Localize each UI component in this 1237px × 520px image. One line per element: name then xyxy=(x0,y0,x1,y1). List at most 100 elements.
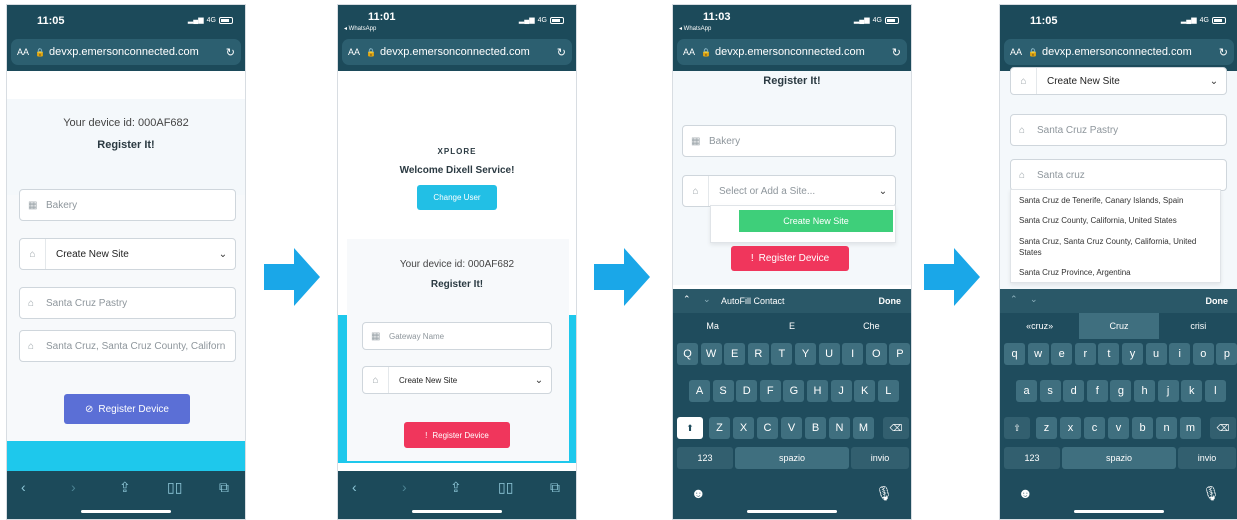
key-a[interactable]: a xyxy=(1016,380,1037,402)
bookmarks-icon[interactable]: ▯▯ xyxy=(498,479,513,496)
emoji-icon[interactable]: ☻ xyxy=(1018,485,1033,501)
forward-icon[interactable]: › xyxy=(71,479,76,495)
text-size-button[interactable]: AA xyxy=(348,47,366,57)
key-f[interactable]: F xyxy=(759,380,781,402)
site-select[interactable]: ⌂ Create New Site ⌄ xyxy=(19,238,236,270)
address-input[interactable]: ⌂ Santa cruz xyxy=(1010,159,1227,191)
tabs-icon[interactable]: ⧉ xyxy=(550,479,560,496)
space-key[interactable]: spazio xyxy=(1062,447,1176,469)
key-a[interactable]: A xyxy=(689,380,710,402)
share-icon[interactable]: ⇪ xyxy=(450,479,462,496)
back-to-app[interactable]: ◂ WhatsApp xyxy=(679,25,711,32)
key-x[interactable]: X xyxy=(733,417,754,439)
return-key[interactable]: invio xyxy=(1178,447,1236,469)
key-d[interactable]: D xyxy=(736,380,758,402)
key-u[interactable]: U xyxy=(818,343,840,365)
done-button[interactable]: Done xyxy=(1206,296,1229,306)
key-r[interactable]: r xyxy=(1074,343,1096,365)
key-m[interactable]: m xyxy=(1180,417,1201,439)
key-h[interactable]: h xyxy=(1134,380,1155,402)
key-g[interactable]: g xyxy=(1110,380,1132,402)
key-d[interactable]: d xyxy=(1063,380,1085,402)
key-i[interactable]: I xyxy=(842,343,864,365)
key-z[interactable]: z xyxy=(1036,417,1057,439)
site-select[interactable]: ⌂ Create New Site ⌄ xyxy=(1010,67,1227,95)
key-j[interactable]: J xyxy=(830,380,852,402)
site-name-input[interactable]: ⌂ Santa Cruz Pastry xyxy=(1010,114,1227,146)
url-field[interactable]: AA 🔒 devxp.emersonconnected.com ↻ xyxy=(1004,39,1234,65)
key-e[interactable]: E xyxy=(724,343,746,365)
key-u[interactable]: u xyxy=(1145,343,1167,365)
chevron-down-icon[interactable]: ⌄ xyxy=(1030,294,1038,305)
key-q[interactable]: Q xyxy=(677,343,698,365)
key-q[interactable]: q xyxy=(1004,343,1025,365)
key-v[interactable]: v xyxy=(1108,417,1129,439)
return-key[interactable]: invio xyxy=(851,447,909,469)
shift-key[interactable]: ⬆ xyxy=(677,417,703,439)
address-input[interactable]: ⌂ Santa Cruz, Santa Cruz County, Califor… xyxy=(19,330,236,362)
microphone-icon[interactable]: 🎙 xyxy=(875,485,893,502)
back-to-app[interactable]: ◂ WhatsApp xyxy=(344,25,376,32)
site-select[interactable]: ⌂ Create New Site ⌄ xyxy=(362,366,552,394)
prediction-3[interactable]: crisi xyxy=(1159,313,1237,339)
key-b[interactable]: b xyxy=(1132,417,1153,439)
reload-icon[interactable]: ↻ xyxy=(1219,46,1228,59)
prediction-1[interactable]: «cruz» xyxy=(1000,313,1079,339)
autofill-contact-button[interactable]: AutoFill Contact xyxy=(721,296,785,306)
register-device-button[interactable]: ! Register Device xyxy=(404,422,510,448)
key-h[interactable]: H xyxy=(807,380,828,402)
key-s[interactable]: s xyxy=(1039,380,1061,402)
chevron-down-icon[interactable]: ⌄ xyxy=(703,294,711,305)
key-w[interactable]: w xyxy=(1027,343,1049,365)
key-p[interactable]: P xyxy=(889,343,911,365)
key-v[interactable]: V xyxy=(781,417,802,439)
site-select[interactable]: ⌂ Select or Add a Site... ⌄ xyxy=(682,175,896,207)
key-n[interactable]: n xyxy=(1156,417,1177,439)
key-l[interactable]: l xyxy=(1204,380,1226,402)
reload-icon[interactable]: ↻ xyxy=(226,46,235,59)
change-user-button[interactable]: Change User xyxy=(417,185,497,210)
reload-icon[interactable]: ↻ xyxy=(892,46,901,59)
key-f[interactable]: f xyxy=(1086,380,1108,402)
text-size-button[interactable]: AA xyxy=(17,47,35,57)
key-t[interactable]: t xyxy=(1098,343,1120,365)
key-n[interactable]: N xyxy=(829,417,850,439)
text-size-button[interactable]: AA xyxy=(1010,47,1028,57)
prediction-1[interactable]: Ma xyxy=(673,313,752,339)
url-field[interactable]: AA 🔒 devxp.emersonconnected.com ↻ xyxy=(342,39,572,65)
tabs-icon[interactable]: ⧉ xyxy=(219,479,229,496)
gateway-name-input[interactable]: ▦ Bakery xyxy=(19,189,236,221)
back-icon[interactable]: ‹ xyxy=(352,479,357,495)
suggestion-item[interactable]: Santa Cruz, Santa Cruz County, Californi… xyxy=(1019,236,1209,258)
register-device-button[interactable]: ! Register Device xyxy=(731,246,849,271)
key-k[interactable]: k xyxy=(1181,380,1203,402)
key-y[interactable]: Y xyxy=(795,343,816,365)
forward-icon[interactable]: › xyxy=(402,479,407,495)
reload-icon[interactable]: ↻ xyxy=(557,46,566,59)
key-j[interactable]: j xyxy=(1157,380,1179,402)
done-button[interactable]: Done xyxy=(879,296,902,306)
suggestion-item[interactable]: Santa Cruz County, California, United St… xyxy=(1019,216,1219,225)
numbers-key[interactable]: 123 xyxy=(677,447,733,469)
url-field[interactable]: AA 🔒 devxp.emersonconnected.com ↻ xyxy=(677,39,907,65)
delete-key[interactable]: ⌫ xyxy=(1210,417,1236,439)
text-size-button[interactable]: AA xyxy=(683,47,701,57)
space-key[interactable]: spazio xyxy=(735,447,849,469)
suggestion-item[interactable]: Santa Cruz de Tenerife, Canary Islands, … xyxy=(1019,196,1219,205)
key-k[interactable]: K xyxy=(854,380,876,402)
share-icon[interactable]: ⇪ xyxy=(119,479,131,496)
key-o[interactable]: O xyxy=(865,343,887,365)
key-t[interactable]: T xyxy=(771,343,793,365)
key-z[interactable]: Z xyxy=(709,417,730,439)
chevron-up-icon[interactable]: ⌃ xyxy=(683,294,691,305)
key-g[interactable]: G xyxy=(783,380,805,402)
register-device-button[interactable]: ⊘ Register Device xyxy=(64,394,190,424)
create-new-site-option[interactable]: Create New Site xyxy=(739,210,893,232)
key-o[interactable]: o xyxy=(1192,343,1214,365)
key-x[interactable]: x xyxy=(1060,417,1081,439)
delete-key[interactable]: ⌫ xyxy=(883,417,909,439)
key-b[interactable]: B xyxy=(805,417,826,439)
site-name-input[interactable]: ⌂ Santa Cruz Pastry xyxy=(19,287,236,319)
gateway-name-input[interactable]: ▦ Gateway Name xyxy=(362,322,552,350)
key-p[interactable]: p xyxy=(1216,343,1237,365)
